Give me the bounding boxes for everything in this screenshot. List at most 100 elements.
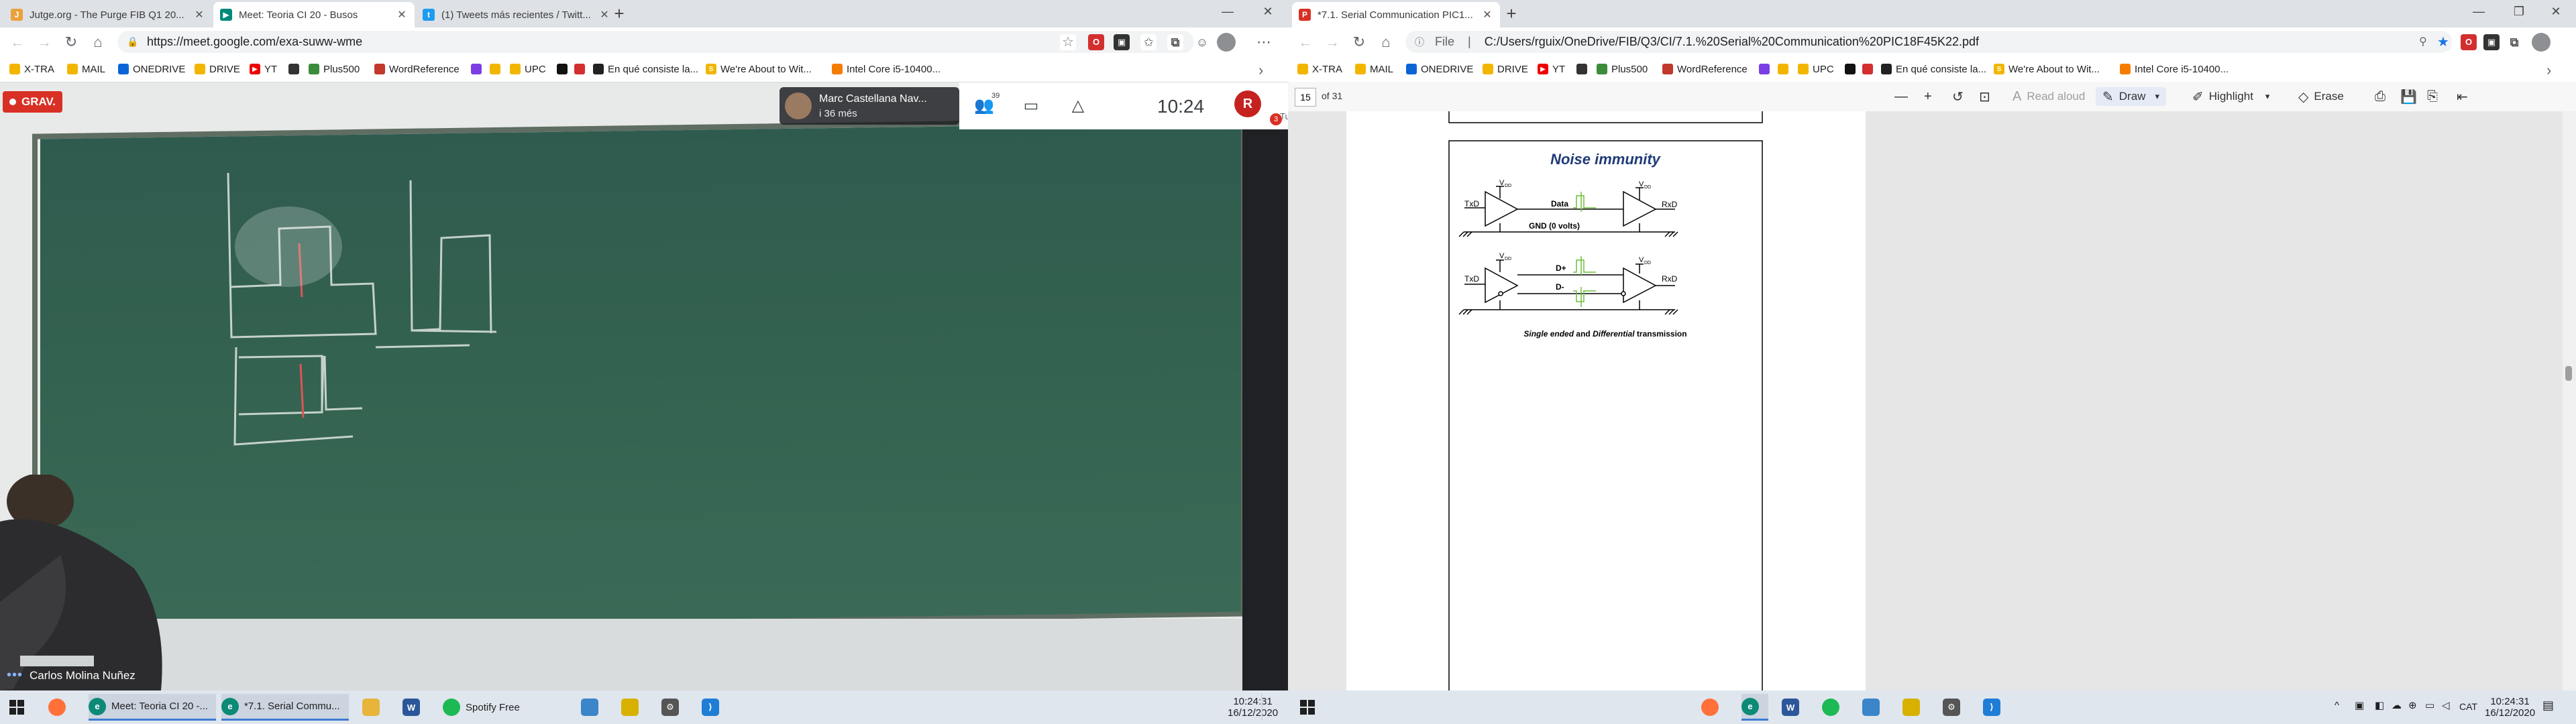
network-icon[interactable]: ▭ bbox=[2425, 700, 2434, 711]
bookmark-folder[interactable] bbox=[490, 62, 504, 76]
bookmark-upc[interactable]: UPC bbox=[510, 62, 546, 76]
bookmark-were-about[interactable]: S We're About to Wit... bbox=[706, 62, 812, 76]
taskbar-firefox-2[interactable] bbox=[1701, 694, 1724, 721]
bookmark-intel[interactable]: Intel Core i5-10400... bbox=[832, 62, 941, 76]
bookmark-yt[interactable]: ▶ YT bbox=[1538, 62, 1565, 76]
reload-icon[interactable]: ↻ bbox=[60, 32, 82, 53]
bookmark-xtra[interactable]: X-TRA bbox=[1297, 62, 1342, 76]
bookmark-red[interactable] bbox=[574, 62, 589, 76]
collections-icon[interactable]: ⧉ bbox=[2506, 34, 2522, 50]
bookmark-were-about[interactable]: S We're About to Wit... bbox=[1994, 62, 2100, 76]
zoom-out-icon[interactable]: — bbox=[1894, 87, 1913, 106]
bookmark-red[interactable] bbox=[1862, 62, 1877, 76]
tab-meet[interactable]: ▶ Meet: Teoria CI 20 - Busos ✕ bbox=[213, 2, 415, 27]
bookmark-en-que[interactable]: En qué consiste la... bbox=[593, 62, 698, 76]
scrollbar-thumb[interactable] bbox=[2565, 366, 2572, 381]
extension-icon[interactable]: ▣ bbox=[2483, 34, 2500, 50]
avatar[interactable] bbox=[2532, 33, 2551, 52]
print-icon[interactable]: ⎙ bbox=[2375, 87, 2391, 106]
close-window-button[interactable]: ✕ bbox=[1248, 0, 1288, 23]
new-tab-button[interactable]: + bbox=[608, 2, 631, 25]
pdf-scrollbar[interactable] bbox=[2563, 111, 2576, 690]
bookmark-drive[interactable]: DRIVE bbox=[195, 62, 240, 76]
bookmark-onedrive[interactable]: ONEDRIVE bbox=[1406, 62, 1473, 76]
taskbar-photos-2[interactable] bbox=[1862, 694, 1885, 721]
tray-app-icon[interactable]: ◧ bbox=[2375, 700, 2384, 711]
avatar[interactable] bbox=[1217, 33, 1236, 52]
cloud-icon[interactable]: ☁ bbox=[2392, 700, 2402, 711]
taskbar-notes-2[interactable] bbox=[1902, 694, 1925, 721]
tab-pdf[interactable]: P *7.1. Serial Communication PIC1... ✕ bbox=[1292, 2, 1500, 27]
show-desktop[interactable] bbox=[1261, 694, 1263, 721]
bookmark-icon-only[interactable] bbox=[1576, 62, 1591, 76]
close-icon[interactable]: ✕ bbox=[1481, 8, 1493, 21]
windows-start-icon-2[interactable] bbox=[1300, 700, 1315, 715]
save-as-icon[interactable]: ⎘ bbox=[2427, 87, 2443, 106]
chevron-up-icon[interactable]: ^ bbox=[2334, 700, 2339, 711]
close-icon[interactable]: ✕ bbox=[193, 8, 205, 21]
bookmark-twitch[interactable] bbox=[471, 62, 486, 76]
star-filled-icon[interactable]: ★ bbox=[2435, 34, 2451, 50]
bookmark-xtra[interactable]: X-TRA bbox=[9, 62, 54, 76]
bookmark-twitch[interactable] bbox=[1759, 62, 1774, 76]
bookmark-plus500[interactable]: Plus500 bbox=[1597, 62, 1648, 76]
reload-icon[interactable]: ↻ bbox=[1348, 32, 1370, 53]
language-indicator[interactable]: CAT bbox=[2459, 701, 2477, 713]
clock-right[interactable]: 10:24:31 16/12/2020 bbox=[2485, 696, 2535, 719]
taskbar-vscode-2[interactable]: ⟩ bbox=[1983, 694, 2006, 721]
bookmark-c[interactable] bbox=[557, 62, 572, 76]
bookmark-plus500[interactable]: Plus500 bbox=[309, 62, 360, 76]
more-menu-icon[interactable]: ⋯ bbox=[1253, 32, 1275, 53]
windows-start-icon[interactable] bbox=[9, 700, 24, 715]
bookmark-folder[interactable] bbox=[1778, 62, 1792, 76]
taskbar-word[interactable]: W bbox=[402, 694, 425, 721]
home-icon[interactable]: ⌂ bbox=[1375, 32, 1397, 53]
chat-icon[interactable]: ▭ bbox=[1020, 95, 1042, 117]
close-window-button[interactable]: ✕ bbox=[2536, 0, 2576, 23]
profile-icon[interactable]: ☺ bbox=[1194, 34, 1210, 50]
address-bar[interactable]: ⓘ File | C:/Users/rguix/OneDrive/FIB/Q3/… bbox=[1405, 31, 2452, 53]
highlight-button[interactable]: ✐ Highlight ▾ bbox=[2192, 87, 2269, 106]
bookmark-en-que[interactable]: En qué consiste la... bbox=[1881, 62, 1986, 76]
taskbar-firefox[interactable] bbox=[48, 694, 71, 721]
star-icon[interactable]: ☆ bbox=[1060, 34, 1076, 50]
taskbar-vscode[interactable]: ⟩ bbox=[702, 694, 724, 721]
opera-icon[interactable]: O bbox=[2461, 34, 2477, 50]
extension-icon[interactable]: ▣ bbox=[1114, 34, 1130, 50]
taskbar-edge-2[interactable]: e bbox=[1741, 694, 1768, 721]
taskbar-word-2[interactable]: W bbox=[1782, 694, 1805, 721]
taskbar-pdf[interactable]: e *7.1. Serial Commu... bbox=[221, 694, 349, 721]
forward-icon[interactable]: → bbox=[1322, 32, 1343, 53]
bookmark-onedrive[interactable]: ONEDRIVE bbox=[118, 62, 185, 76]
taskbar-explorer[interactable] bbox=[362, 694, 385, 721]
page-number-input[interactable]: 15 bbox=[1295, 88, 1316, 107]
fit-page-icon[interactable]: ⊡ bbox=[1979, 87, 1996, 106]
bookmark-yt[interactable]: ▶ YT bbox=[250, 62, 277, 76]
new-tab-button[interactable]: + bbox=[1500, 2, 1523, 25]
taskbar-notes[interactable] bbox=[621, 694, 644, 721]
taskbar-spotify-2[interactable] bbox=[1822, 694, 1845, 721]
close-icon[interactable]: ✕ bbox=[396, 8, 408, 21]
tab-jutge[interactable]: J Jutge.org - The Purge FIB Q1 20... ✕ bbox=[4, 2, 212, 27]
favorites-icon[interactable]: ✩ bbox=[1140, 34, 1157, 50]
save-icon[interactable]: 💾 bbox=[2400, 87, 2422, 106]
back-icon[interactable]: ← bbox=[7, 32, 28, 53]
erase-button[interactable]: ◇ Erase bbox=[2298, 87, 2344, 106]
bookmark-intel[interactable]: Intel Core i5-10400... bbox=[2120, 62, 2229, 76]
bookmark-wordreference[interactable]: WordReference bbox=[1662, 62, 1748, 76]
taskbar-settings-2[interactable]: ⚙ bbox=[1943, 694, 1966, 721]
rotate-icon[interactable]: ↺ bbox=[1952, 87, 1969, 106]
address-bar[interactable]: 🔒 https://meet.google.com/exa-suww-wme bbox=[117, 31, 1194, 53]
self-avatar[interactable]: R bbox=[1234, 90, 1261, 117]
volume-icon[interactable]: ◁ bbox=[2442, 700, 2450, 711]
bookmark-c[interactable] bbox=[1845, 62, 1860, 76]
taskbar-meet[interactable]: e Meet: Teoria CI 20 -... bbox=[89, 694, 216, 721]
read-aloud-button[interactable]: A Read aloud bbox=[2012, 87, 2085, 106]
bookmark-wordreference[interactable]: WordReference bbox=[374, 62, 460, 76]
pinned-participant[interactable]: Marc Castellana Nav... i 36 més bbox=[780, 87, 959, 125]
bookmark-drive[interactable]: DRIVE bbox=[1483, 62, 1528, 76]
taskbar-photos[interactable] bbox=[581, 694, 604, 721]
back-icon[interactable]: ← bbox=[1295, 32, 1316, 53]
bookmark-upc[interactable]: UPC bbox=[1798, 62, 1834, 76]
pin-toolbar-icon[interactable]: ⇤ bbox=[2457, 87, 2473, 106]
